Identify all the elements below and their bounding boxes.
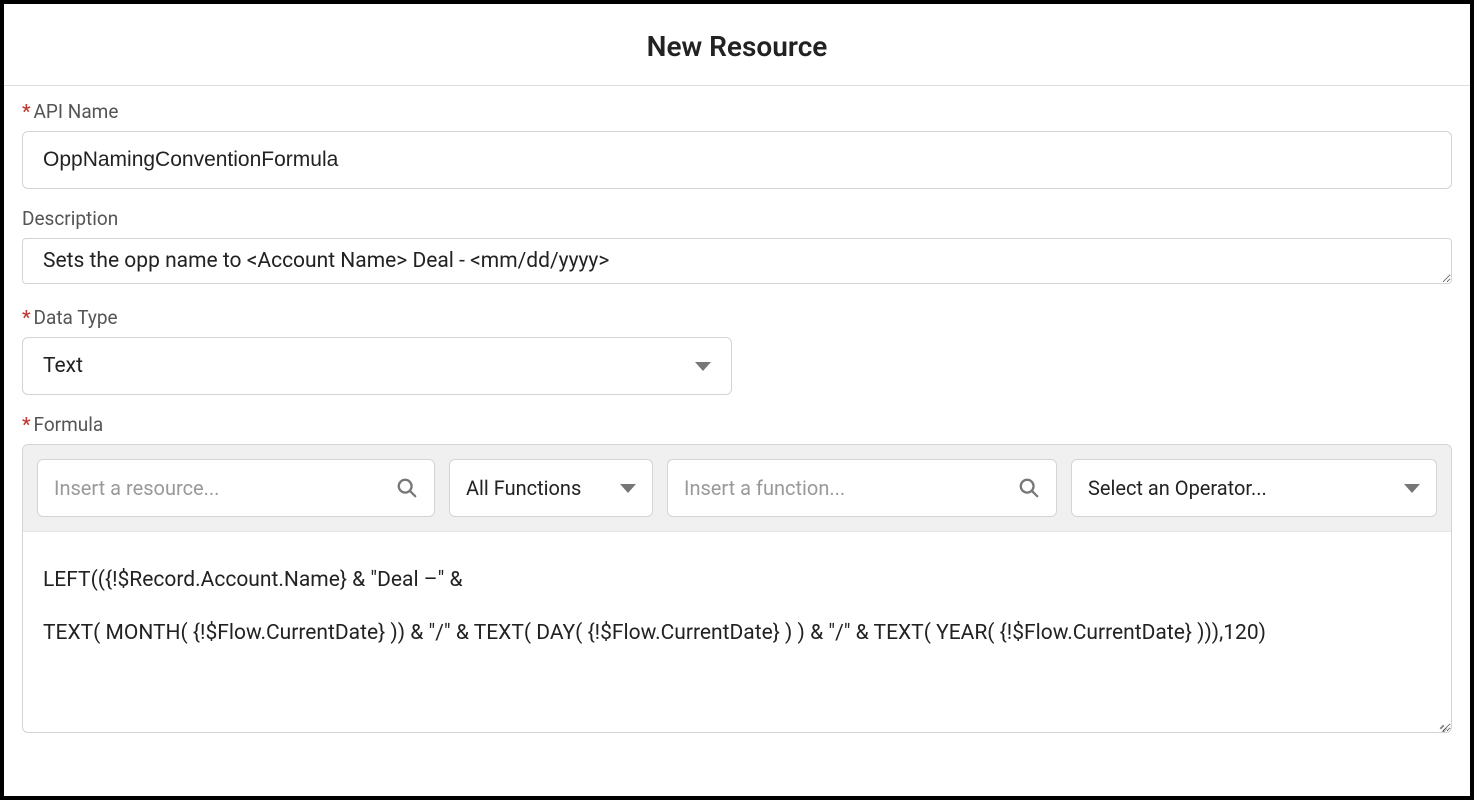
functions-filter-value: All Functions <box>466 476 581 500</box>
data-type-select[interactable]: Text <box>22 337 732 395</box>
resize-handle-icon <box>1433 714 1447 728</box>
form-body: API Name Description Data Type Text Form… <box>4 86 1470 733</box>
api-name-input[interactable] <box>22 131 1452 189</box>
description-group: Description <box>22 207 1452 288</box>
page-title: New Resource <box>4 30 1470 63</box>
formula-line: LEFT(({!$Record.Account.Name} & "Deal –"… <box>43 554 1431 607</box>
data-type-value: Text <box>43 354 83 378</box>
functions-filter-select[interactable]: All Functions <box>449 459 653 517</box>
formula-line: TEXT( MONTH( {!$Flow.CurrentDate} )) & "… <box>43 607 1431 660</box>
formula-label: Formula <box>22 413 1452 436</box>
formula-toolbar: Insert a resource... All Functions Inser… <box>23 445 1451 532</box>
chevron-down-icon <box>620 484 636 493</box>
insert-resource-input[interactable]: Insert a resource... <box>37 459 435 517</box>
formula-textarea[interactable]: LEFT(({!$Record.Account.Name} & "Deal –"… <box>23 532 1451 732</box>
insert-resource-placeholder: Insert a resource... <box>54 476 219 500</box>
description-input[interactable] <box>22 238 1452 284</box>
chevron-down-icon <box>1404 484 1420 493</box>
operator-placeholder: Select an Operator... <box>1088 476 1267 500</box>
search-icon <box>396 477 418 499</box>
data-type-group: Data Type Text <box>22 306 1452 395</box>
search-icon <box>1018 477 1040 499</box>
data-type-label: Data Type <box>22 306 1452 329</box>
formula-editor-container: Insert a resource... All Functions Inser… <box>22 444 1452 733</box>
formula-group: Formula Insert a resource... All Functio… <box>22 413 1452 733</box>
api-name-label: API Name <box>22 100 1452 123</box>
insert-function-input[interactable]: Insert a function... <box>667 459 1057 517</box>
api-name-group: API Name <box>22 100 1452 189</box>
operator-select[interactable]: Select an Operator... <box>1071 459 1437 517</box>
chevron-down-icon <box>695 362 711 371</box>
modal-header: New Resource <box>4 4 1470 86</box>
insert-function-placeholder: Insert a function... <box>684 476 845 500</box>
description-label: Description <box>22 207 1452 230</box>
